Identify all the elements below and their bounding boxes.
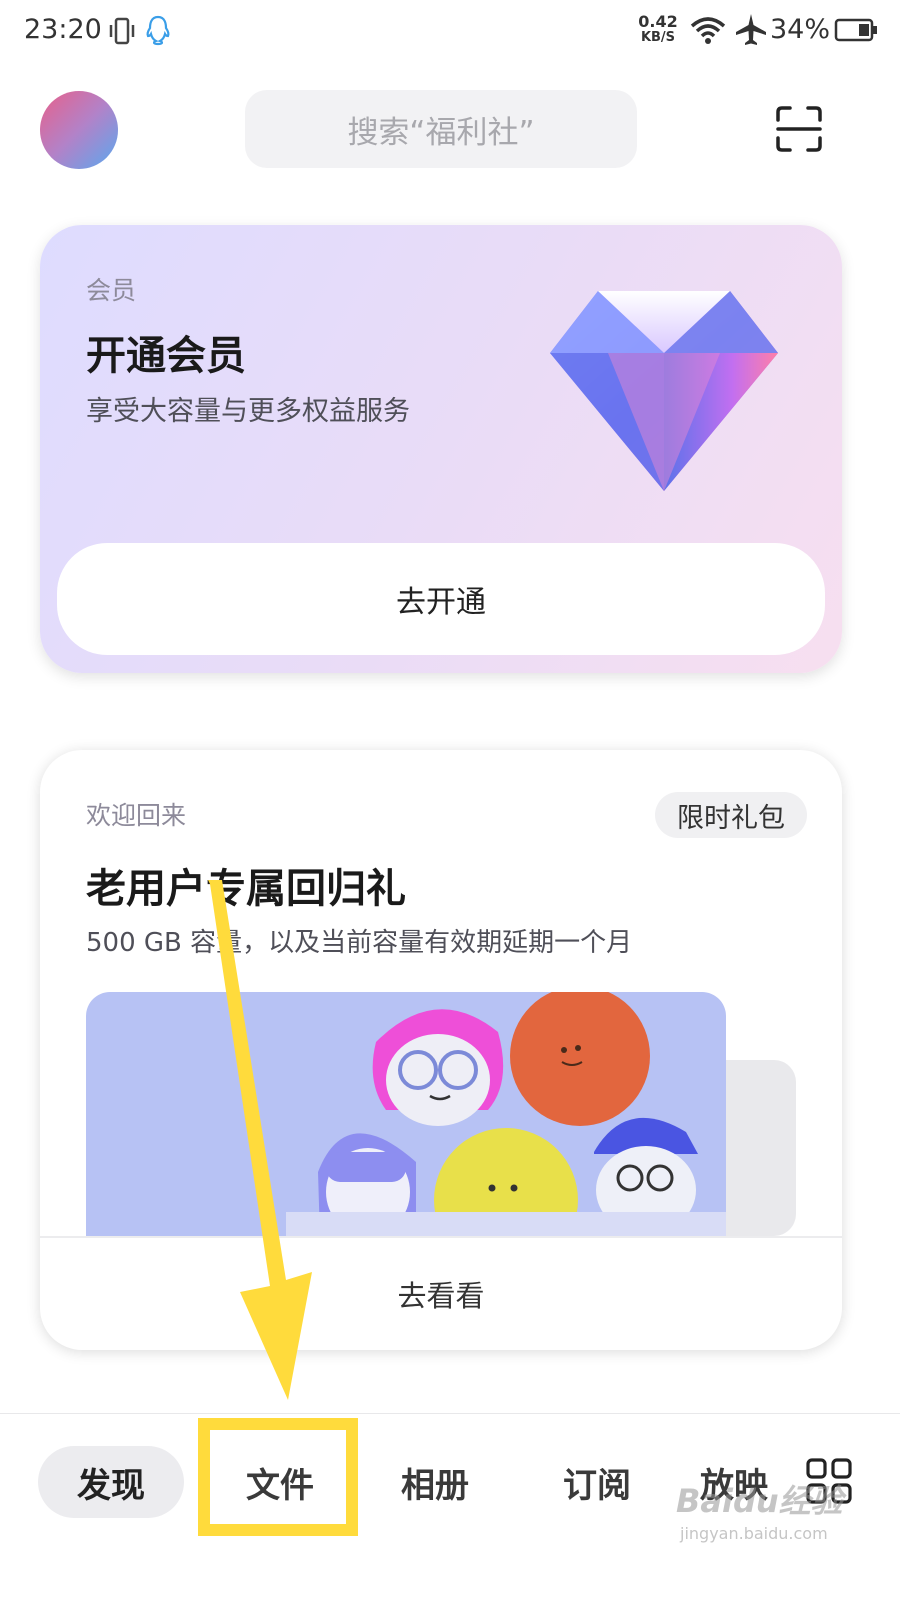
watermark-url: jingyan.baidu.com (680, 1524, 828, 1543)
watermark-logo: Baidu经验 (676, 1482, 843, 1520)
vip-tag: 会员 (86, 276, 137, 305)
tab-album[interactable]: 相册 (370, 1446, 500, 1518)
promo-illustration (286, 992, 726, 1238)
battery-percent: 34% (770, 14, 831, 45)
promo-image[interactable] (86, 992, 726, 1238)
avatar[interactable] (40, 91, 118, 169)
wifi-icon (690, 17, 726, 44)
diamond-icon (550, 291, 778, 491)
scan-icon[interactable] (776, 106, 822, 152)
airplane-icon (736, 14, 766, 45)
tab-subscribe[interactable]: 订阅 (532, 1446, 662, 1518)
net-speed: 0.42 KB/S (634, 14, 682, 46)
annotation-arrow (208, 880, 312, 1400)
qq-icon (146, 15, 170, 46)
vip-title: 开通会员 (86, 333, 246, 379)
welcome-description: 500 GB 容量，以及当前容量有效期延期一个月 (86, 928, 633, 958)
limited-gift-badge: 限时礼包 (655, 792, 807, 838)
vip-card[interactable]: 会员 开通会员 享受大容量与更多权益服务 去开通 (40, 225, 842, 673)
watermark: Baidu经验 jingyan.baidu.com (676, 1476, 856, 1550)
welcome-card[interactable]: 欢迎回来 限时礼包 老用户专属回归礼 500 GB 容量，以及当前容量有效期延期… (40, 750, 842, 1350)
status-time: 23:20 (24, 14, 102, 45)
net-speed-unit: KB/S (640, 30, 676, 45)
open-vip-button[interactable]: 去开通 (57, 543, 825, 655)
highlight-box (198, 1418, 358, 1536)
net-speed-value: 0.42 (638, 12, 678, 31)
status-bar: 23:20 0.42 KB/S 34% (0, 0, 900, 64)
welcome-tag: 欢迎回来 (86, 801, 187, 830)
vibrate-icon (109, 17, 135, 45)
battery-icon (834, 18, 877, 42)
tab-discover[interactable]: 发现 (38, 1446, 184, 1518)
search-input[interactable]: 搜索“福利社” (245, 90, 637, 168)
search-placeholder: 搜索“福利社” (347, 114, 535, 151)
view-button[interactable]: 去看看 (40, 1238, 842, 1350)
vip-description: 享受大容量与更多权益服务 (86, 396, 410, 427)
